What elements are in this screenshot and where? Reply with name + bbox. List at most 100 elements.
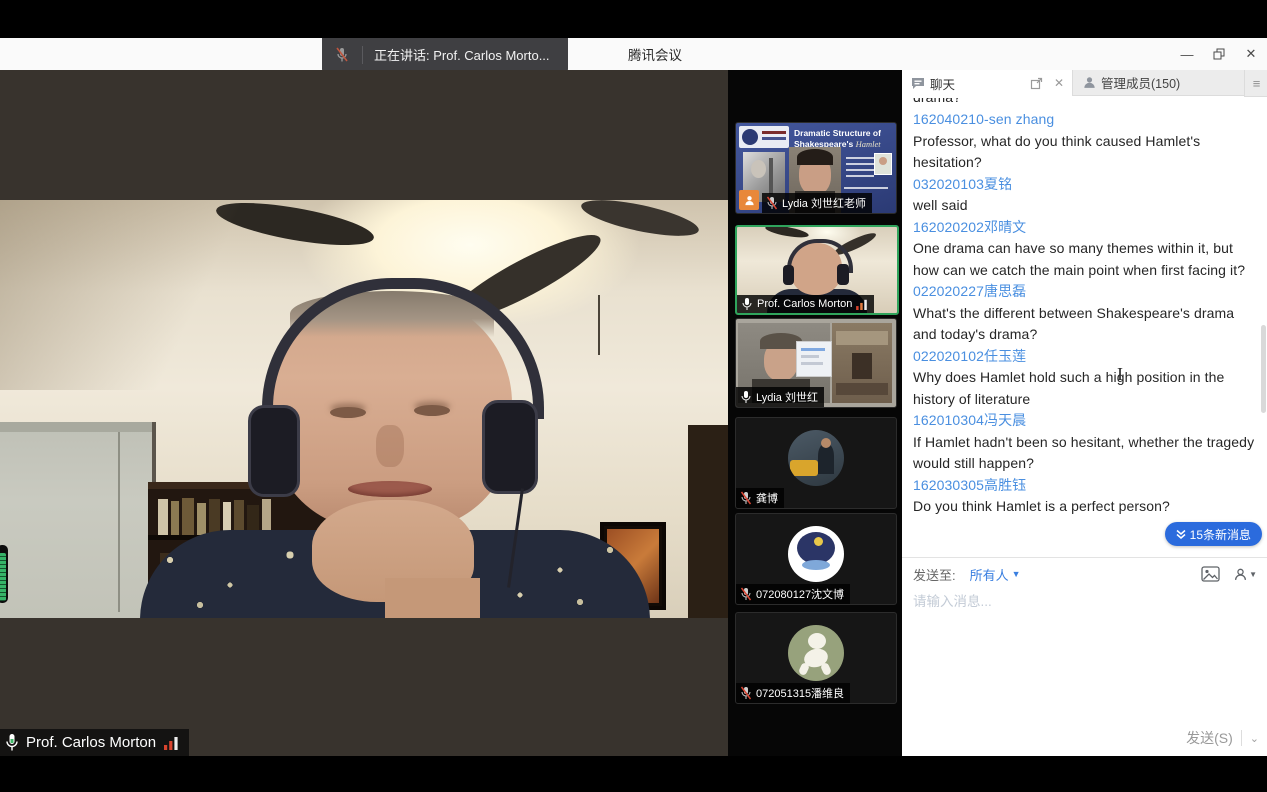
thumbnail-carlos[interactable]: Prof. Carlos Morton bbox=[735, 225, 899, 315]
thumbnail-panweiliang[interactable]: 072051315潘维良 bbox=[735, 612, 897, 704]
participant-name: 072080127沈文博 bbox=[756, 586, 844, 602]
send-to-row: 发送至: 所有人 ▼ ▼ bbox=[913, 564, 1257, 584]
muted-mic-icon bbox=[740, 587, 752, 601]
tab-chat[interactable]: 聊天 ✕ bbox=[902, 70, 1072, 96]
participant-label: Lydia 刘世红 bbox=[736, 387, 824, 407]
send-button[interactable]: 发送(S) bbox=[1186, 728, 1233, 748]
chat-composer: 发送至: 所有人 ▼ ▼ 请输入消息... 发送(S) ⌄ bbox=[902, 557, 1267, 756]
menu-icon[interactable]: ≡ bbox=[1244, 70, 1267, 97]
slide-text-line bbox=[844, 187, 888, 189]
speaker-name: Prof. Carlos Morton bbox=[26, 734, 156, 751]
send-options-arrow[interactable]: ⌄ bbox=[1250, 732, 1259, 745]
send-to-select[interactable]: 所有人 ▼ bbox=[970, 565, 1021, 584]
share-badge bbox=[739, 190, 759, 210]
muted-mic-icon bbox=[766, 196, 778, 210]
slide-text-line bbox=[846, 175, 874, 177]
message-text: Why does Hamlet hold such a high positio… bbox=[913, 367, 1255, 410]
new-messages-label: 15条新消息 bbox=[1190, 526, 1251, 543]
message-author[interactable]: 022020102任玉莲 bbox=[913, 346, 1255, 368]
person-icon bbox=[1234, 568, 1247, 581]
speaking-tab-label: 正在讲话: Prof. Carlos Morto... bbox=[363, 45, 550, 64]
audio-level-meter bbox=[0, 545, 8, 603]
avatar bbox=[788, 430, 844, 486]
avatar bbox=[788, 625, 844, 681]
mic-icon bbox=[741, 297, 753, 311]
screen-popup bbox=[796, 341, 832, 377]
slide-photo bbox=[874, 153, 892, 175]
chat-message: 162040210-sen zhang Professor, what do y… bbox=[913, 109, 1255, 174]
participant-name: Lydia 刘世红 bbox=[756, 389, 818, 405]
new-messages-button[interactable]: 15条新消息 bbox=[1165, 522, 1262, 546]
avatar bbox=[788, 526, 844, 582]
thumbnail-gongbo[interactable]: 龚博 bbox=[735, 417, 897, 509]
classroom-pane bbox=[832, 323, 892, 403]
message-author[interactable]: 162020202邓晴文 bbox=[913, 217, 1255, 239]
mic-icon bbox=[740, 390, 752, 404]
fan-chain bbox=[598, 295, 600, 355]
mini-headphone-cup bbox=[837, 264, 849, 285]
dropdown-arrow-icon: ▼ bbox=[1012, 569, 1021, 579]
minimize-button[interactable]: — bbox=[1171, 38, 1203, 70]
chat-scrollbar[interactable] bbox=[1261, 325, 1266, 413]
signal-bars-icon bbox=[164, 736, 179, 750]
message-text: One drama can have so many themes within… bbox=[913, 238, 1255, 281]
chat-message: 162010304冯天晨 If Hamlet hadn't been so he… bbox=[913, 410, 1255, 475]
message-input[interactable]: 请输入消息... bbox=[913, 590, 992, 610]
message-author[interactable]: 162030305高胜钰 bbox=[913, 475, 1255, 497]
speaker-name-label: Prof. Carlos Morton bbox=[0, 729, 189, 756]
tab-members-label: 管理成员(150) bbox=[1101, 73, 1180, 92]
message-author[interactable]: 032020103夏铭 bbox=[913, 174, 1255, 196]
chat-close-icon[interactable]: ✕ bbox=[1054, 76, 1064, 90]
signal-bars-icon bbox=[856, 299, 868, 310]
message-author[interactable]: 162040210-sen zhang bbox=[913, 109, 1255, 131]
main-video[interactable]: Prof. Carlos Morton bbox=[0, 70, 728, 756]
restore-icon bbox=[1213, 48, 1225, 60]
dropdown-arrow-icon: ▼ bbox=[1249, 570, 1257, 579]
participant-name: 龚博 bbox=[756, 490, 778, 506]
message-text: Professor, what do you think caused Haml… bbox=[913, 131, 1255, 174]
speaking-indicator-tab[interactable]: 正在讲话: Prof. Carlos Morto... bbox=[322, 38, 568, 71]
image-icon[interactable] bbox=[1201, 566, 1220, 582]
message-text: What's the different between Shakespeare… bbox=[913, 303, 1255, 346]
send-to-label: 发送至: bbox=[913, 565, 956, 584]
participant-label: Lydia 刘世红老师 bbox=[762, 193, 872, 213]
participant-name: 072051315潘维良 bbox=[756, 685, 844, 701]
close-button[interactable]: ✕ bbox=[1235, 38, 1267, 70]
mention-member-button[interactable]: ▼ bbox=[1234, 568, 1257, 581]
chat-message: 022020227唐思磊 What's the different betwee… bbox=[913, 281, 1255, 346]
participant-label: 龚博 bbox=[736, 488, 784, 508]
muted-mic-icon bbox=[740, 491, 752, 505]
message-author[interactable]: 022020227唐思磊 bbox=[913, 281, 1255, 303]
mic-icon bbox=[4, 733, 20, 752]
popout-icon[interactable] bbox=[1030, 77, 1043, 90]
chat-message: 162030305高胜钰 Do you think Hamlet is a pe… bbox=[913, 475, 1255, 518]
chat-header: 聊天 ✕ 管理成员(150) ≡ bbox=[902, 70, 1267, 96]
tab-chat-label: 聊天 bbox=[930, 74, 955, 93]
thumbnail-shenwenbo[interactable]: 072080127沈文博 bbox=[735, 513, 897, 605]
message-text: well said bbox=[913, 195, 1255, 217]
blind-cord bbox=[118, 432, 120, 612]
message-text: If Hamlet hadn't been so hesitant, wheth… bbox=[913, 432, 1255, 475]
thumbnail-lydia-slide[interactable]: Dramatic Structure of Shakespeare's Haml… bbox=[735, 122, 897, 214]
participant-label: Prof. Carlos Morton bbox=[737, 295, 874, 313]
app-tab[interactable]: 腾讯会议 bbox=[567, 38, 743, 70]
message-author[interactable]: 162010304冯天晨 bbox=[913, 410, 1255, 432]
meeting-window: 正在讲话: Prof. Carlos Morto... 腾讯会议 — ✕ bbox=[0, 0, 1267, 792]
muted-mic-icon bbox=[322, 46, 363, 64]
chat-message: 162020202邓晴文 One drama can have so many … bbox=[913, 217, 1255, 282]
send-to-value: 所有人 bbox=[970, 565, 1009, 584]
mini-headphone-cup bbox=[783, 265, 794, 285]
participant-name: Prof. Carlos Morton bbox=[757, 298, 852, 310]
chat-messages[interactable]: drama? 162040210-sen zhang Professor, wh… bbox=[902, 96, 1267, 557]
participant-label: 072051315潘维良 bbox=[736, 683, 850, 703]
mouth bbox=[348, 481, 432, 497]
chat-panel: 聊天 ✕ 管理成员(150) ≡ drama? 162040210-sen zh… bbox=[902, 70, 1267, 756]
window-titlebar: 正在讲话: Prof. Carlos Morto... 腾讯会议 — ✕ bbox=[0, 38, 1267, 71]
window-blind bbox=[0, 422, 156, 618]
muted-mic-icon bbox=[740, 686, 752, 700]
letterbox-bottom bbox=[0, 756, 1267, 792]
thumbnail-lydia-room[interactable]: Lydia 刘世红 bbox=[735, 318, 897, 408]
headphone-cup-right bbox=[482, 400, 538, 494]
tab-members[interactable]: 管理成员(150) bbox=[1072, 70, 1244, 96]
restore-button[interactable] bbox=[1203, 38, 1235, 70]
